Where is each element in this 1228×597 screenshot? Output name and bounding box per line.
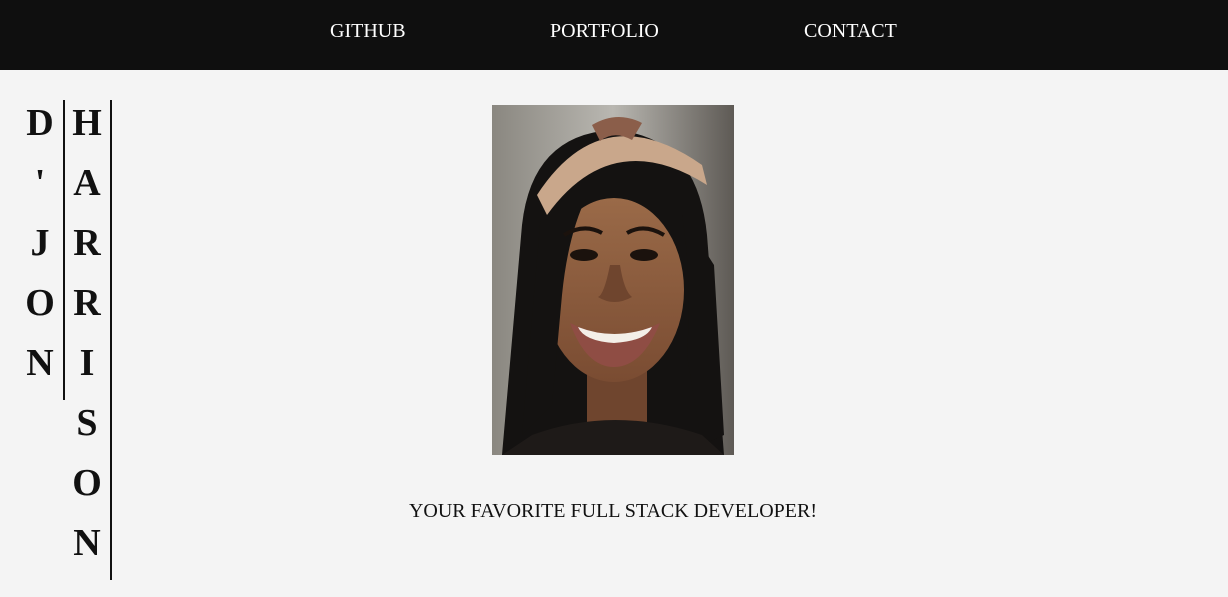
profile-photo	[492, 105, 734, 455]
tagline: YOUR FAVORITE FULL STACK DEVELOPER!	[408, 500, 818, 522]
last-name-letter: R	[73, 282, 101, 324]
last-name-letter: I	[79, 342, 95, 384]
first-name-letter: O	[25, 282, 55, 324]
last-name-letter: N	[73, 522, 101, 564]
last-name-letter: H	[72, 102, 102, 144]
nav-link-contact[interactable]: CONTACT	[804, 19, 897, 43]
last-name-letter: S	[76, 402, 98, 444]
nav-link-portfolio[interactable]: PORTFOLIO	[550, 19, 659, 43]
nav-link-github[interactable]: GITHUB	[330, 19, 406, 43]
first-name-letter: D	[26, 102, 54, 144]
first-name-vertical: D ' J O N	[17, 100, 65, 400]
last-name-letter: R	[73, 222, 101, 264]
first-name-letter: N	[26, 342, 54, 384]
first-name-letter: J	[30, 222, 50, 264]
top-navbar: GITHUB PORTFOLIO CONTACT	[0, 0, 1228, 70]
first-name-letter: '	[34, 162, 46, 204]
last-name-letter: A	[73, 162, 101, 204]
